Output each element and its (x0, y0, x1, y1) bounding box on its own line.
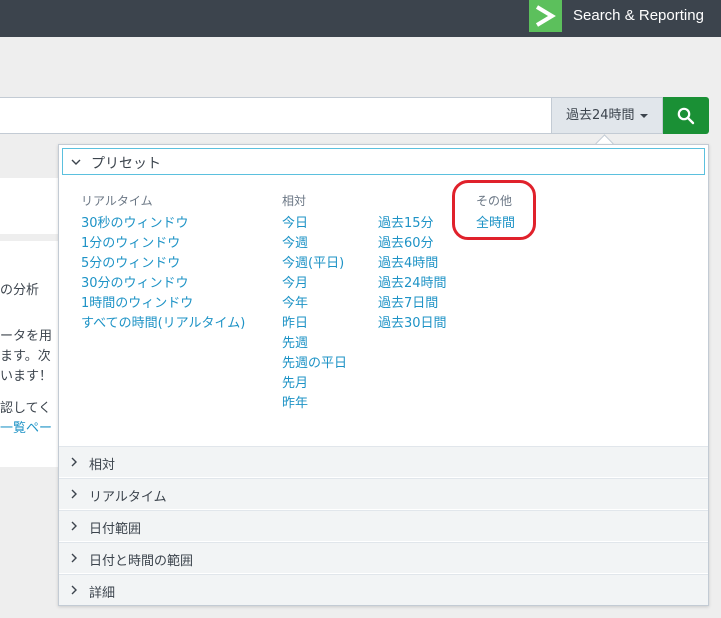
chevron-right-icon (71, 489, 77, 499)
preset-relative-item[interactable]: 今週(平日) (282, 254, 347, 274)
chevron-right-icon (71, 521, 77, 531)
chevron-right-icon (71, 457, 77, 467)
realtime-column-title: リアルタイム (81, 194, 153, 208)
preset-relative-item[interactable]: 過去4時間 (378, 254, 447, 274)
relative-preset-list: 今日 今週 今週(平日) 今月 今年 昨日 先週 先週の平日 先月 昨年 (282, 214, 347, 414)
section-date-range-toggle[interactable]: 日付範囲 (59, 510, 708, 541)
preset-realtime-item[interactable]: すべての時間(リアルタイム) (81, 314, 245, 334)
background-heading: の分析 (0, 283, 40, 298)
background-link[interactable]: 一覧ペー (0, 417, 52, 436)
background-text: ます。次 (0, 349, 51, 364)
search-icon (677, 107, 695, 125)
chevron-right-icon (71, 553, 77, 563)
preset-relative-item[interactable]: 先週の平日 (282, 354, 347, 374)
section-advanced-toggle[interactable]: 詳細 (59, 574, 708, 605)
section-label: 日付範囲 (89, 522, 142, 537)
section-label: 相対 (89, 458, 116, 473)
preset-relative-item[interactable]: 昨日 (282, 314, 347, 334)
preset-relative-item[interactable]: 今週 (282, 234, 347, 254)
highlight-annotation (452, 180, 536, 240)
app-logo[interactable] (529, 0, 562, 32)
preset-realtime-item[interactable]: 30秒のウィンドウ (81, 214, 245, 234)
preset-section-toggle[interactable]: プリセット (62, 148, 705, 175)
section-label: 詳細 (89, 586, 116, 601)
background-text: ータを用 (0, 329, 53, 344)
time-range-label: 過去24時間 (566, 108, 635, 123)
search-input[interactable] (0, 97, 552, 134)
preset-realtime-item[interactable]: 5分のウィンドウ (81, 254, 245, 274)
preset-relative-item[interactable]: 今月 (282, 274, 347, 294)
realtime-preset-list: 30秒のウィンドウ 1分のウィンドウ 5分のウィンドウ 30分のウィンドウ 1時… (81, 214, 245, 334)
preset-relative-item[interactable]: 先週 (282, 334, 347, 354)
app-top-bar: Search & Reporting (0, 0, 721, 37)
caret-down-icon (640, 114, 648, 118)
search-button[interactable] (663, 97, 709, 134)
preset-relative-item[interactable]: 過去30日間 (378, 314, 447, 334)
preset-relative-item[interactable]: 今日 (282, 214, 347, 234)
preset-realtime-item[interactable]: 30分のウィンドウ (81, 274, 245, 294)
preset-relative-item[interactable]: 昨年 (282, 394, 347, 414)
preset-relative-item[interactable]: 過去60分 (378, 234, 447, 254)
relative-preset-list-2: 過去15分 過去60分 過去4時間 過去24時間 過去7日間 過去30日間 (378, 214, 447, 334)
preset-realtime-item[interactable]: 1分のウィンドウ (81, 234, 245, 254)
background-panel (0, 178, 60, 234)
background-text: います！ (0, 369, 53, 384)
preset-relative-item[interactable]: 先月 (282, 374, 347, 394)
section-label: リアルタイム (89, 490, 167, 505)
chevron-right-icon (71, 585, 77, 595)
time-range-picker[interactable]: 過去24時間 (551, 97, 663, 134)
chevron-down-icon (71, 159, 81, 165)
app-title[interactable]: Search & Reporting (573, 7, 704, 24)
section-label: 日付と時間の範囲 (89, 554, 194, 569)
preset-realtime-item[interactable]: 1時間のウィンドウ (81, 294, 245, 314)
time-range-dropdown: プリセット リアルタイム 30秒のウィンドウ 1分のウィンドウ 5分のウィンドウ… (58, 144, 709, 606)
section-realtime-toggle[interactable]: リアルタイム (59, 478, 708, 509)
section-relative-toggle[interactable]: 相対 (59, 446, 708, 477)
preset-relative-item[interactable]: 今年 (282, 294, 347, 314)
preset-relative-item[interactable]: 過去15分 (378, 214, 447, 234)
chevron-right-logo-icon (535, 5, 556, 27)
preset-section-label: プリセット (91, 156, 161, 172)
background-panel: の分析 ータを用 ます。次 います！ 認してく 一覧ペー (0, 241, 60, 467)
section-date-time-range-toggle[interactable]: 日付と時間の範囲 (59, 542, 708, 573)
preset-relative-item[interactable]: 過去24時間 (378, 274, 447, 294)
background-text: 認してく (0, 401, 52, 416)
relative-column-title: 相対 (282, 194, 307, 208)
preset-relative-item[interactable]: 過去7日間 (378, 294, 447, 314)
